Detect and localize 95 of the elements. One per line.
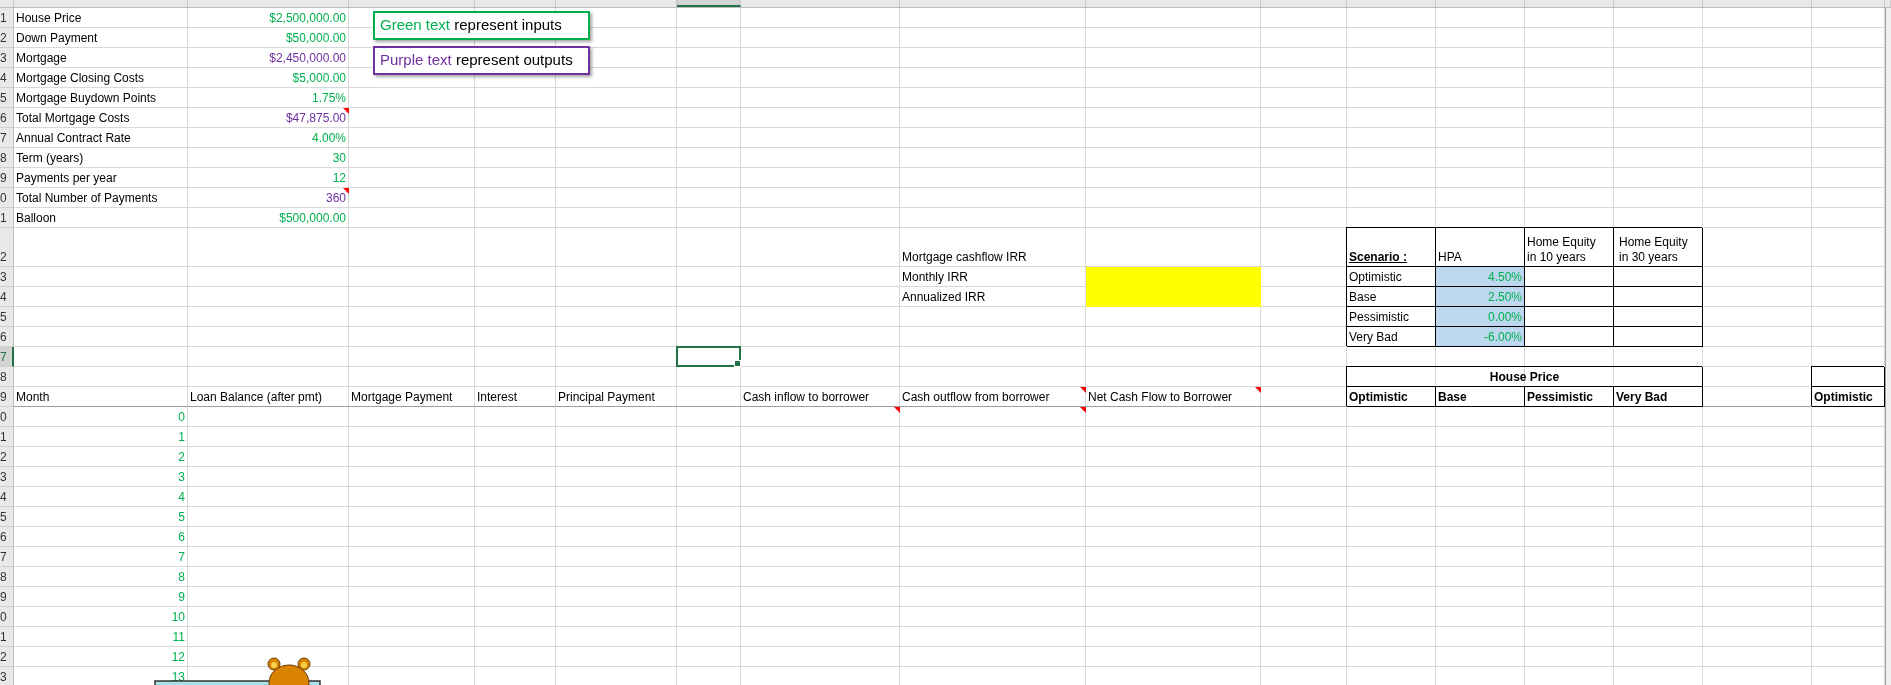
row-header[interactable]: 5: [0, 307, 14, 327]
value-cell: 0.00%: [1436, 307, 1525, 327]
row-header[interactable]: 6: [0, 327, 14, 347]
column-header: Home Equity in 10 years: [1525, 228, 1614, 267]
row-header[interactable]: 3: [0, 267, 14, 287]
value-cell-text: 10: [170, 609, 186, 626]
value-cell-text: $47,875.00: [284, 110, 347, 127]
row-header[interactable]: 0: [0, 607, 14, 627]
row-label: Annualized IRR: [901, 289, 987, 306]
row-label: Very Bad: [1347, 327, 1436, 347]
section-label: Mortgage cashflow IRR: [901, 249, 1028, 266]
column-header: Pessimistic: [1525, 387, 1614, 407]
row-label: Total Mortgage Costs: [15, 110, 131, 127]
column-header: Home Equity in 30 years: [1614, 228, 1703, 267]
value-cell-text: 6: [177, 529, 186, 546]
value-cell-text: $5,000.00: [291, 70, 347, 87]
value-cell: 2.50%: [1436, 287, 1525, 307]
column-header: Base: [1436, 387, 1525, 407]
column-header: Mortgage Payment: [350, 389, 454, 406]
value-cell-text: 11: [171, 629, 186, 646]
row-header[interactable]: 1: [0, 427, 14, 447]
column-header: Interest: [476, 389, 519, 406]
row-header[interactable]: 1: [0, 8, 14, 28]
value-cell-text: 1: [177, 429, 186, 446]
row-label: House Price: [15, 10, 83, 27]
value-cell-text: $500,000.00: [278, 210, 347, 227]
value-cell-text: 8: [177, 569, 186, 586]
row-label: Payments per year: [15, 170, 118, 187]
value-cell-text: $2,450,000.00: [268, 50, 347, 67]
row-label: Term (years): [15, 150, 85, 167]
value-cell-text: 12: [331, 170, 347, 187]
column-header: Optimistic: [1812, 387, 1885, 407]
value-cell-text: 12: [170, 649, 186, 666]
value-cell-text: 9: [177, 589, 186, 606]
row-header[interactable]: 7: [0, 547, 14, 567]
value-cell-text: 5: [177, 509, 186, 526]
column-header: Cash inflow to borrower: [742, 389, 871, 406]
row-header[interactable]: 5: [0, 88, 14, 108]
row-header[interactable]: 3: [0, 48, 14, 68]
column-header: Net Cash Flow to Borrower: [1087, 389, 1234, 406]
column-header: Principal Payment: [557, 389, 656, 406]
row-label: Mortgage Buydown Points: [15, 90, 158, 107]
row-header[interactable]: 5: [0, 507, 14, 527]
value-cell-text: 360: [324, 190, 347, 207]
table-title: House Price: [1347, 367, 1703, 387]
value-cell-text: 7: [177, 549, 186, 566]
row-header[interactable]: 2: [0, 28, 14, 48]
row-header[interactable]: 0: [0, 407, 14, 427]
value-cell-text: $2,500,000.00: [268, 10, 347, 27]
column-header: Cash outflow from borrower: [901, 389, 1051, 406]
row-header[interactable]: 8: [0, 148, 14, 168]
row-header[interactable]: 2: [0, 447, 14, 467]
column-header: Optimistic: [1347, 387, 1436, 407]
column-header: Scenario :: [1347, 228, 1436, 267]
legend-note: Purple text represent outputs: [373, 46, 590, 75]
row-label: Balloon: [15, 210, 58, 227]
value-cell-text: 0: [177, 409, 186, 426]
row-label: Mortgage: [15, 50, 68, 67]
row-header[interactable]: 7: [0, 128, 14, 148]
column-header: Loan Balance (after pmt): [189, 389, 324, 406]
row-header[interactable]: 3: [0, 667, 14, 685]
row-label: Mortgage Closing Costs: [15, 70, 146, 87]
row-label: Down Payment: [15, 30, 99, 47]
value-cell-text: 30: [331, 150, 347, 167]
value-cell-text: 2: [177, 449, 186, 466]
value-cell-text: 4.00%: [310, 130, 347, 147]
row-header[interactable]: 9: [0, 387, 14, 407]
row-header[interactable]: 0: [0, 188, 14, 208]
row-header[interactable]: 4: [0, 287, 14, 307]
row-header[interactable]: 1: [0, 627, 14, 647]
value-cell-text: $50,000.00: [284, 30, 347, 47]
row-header[interactable]: 9: [0, 587, 14, 607]
value-cell-text: 3: [177, 469, 186, 486]
row-label: Monthly IRR: [901, 269, 970, 286]
value-cell: 4.50%: [1436, 267, 1525, 287]
row-header[interactable]: 8: [0, 567, 14, 587]
row-header[interactable]: 8: [0, 367, 14, 387]
row-header[interactable]: 1: [0, 208, 14, 228]
legend-note: Green text represent inputs: [373, 11, 590, 40]
row-header[interactable]: 2: [0, 228, 14, 267]
row-label: Annual Contract Rate: [15, 130, 132, 147]
column-header: Very Bad: [1614, 387, 1703, 407]
row-header[interactable]: 2: [0, 647, 14, 667]
row-header[interactable]: 6: [0, 108, 14, 128]
row-label: Total Number of Payments: [15, 190, 159, 207]
row-header[interactable]: 4: [0, 68, 14, 88]
row-header[interactable]: 9: [0, 168, 14, 188]
row-header[interactable]: 4: [0, 487, 14, 507]
column-header: Month: [15, 389, 51, 406]
value-cell-text: 1.75%: [310, 90, 347, 107]
value-cell: -6.00%: [1436, 327, 1525, 347]
row-header[interactable]: 6: [0, 527, 14, 547]
row-header[interactable]: 7: [0, 347, 14, 367]
row-header[interactable]: 3: [0, 467, 14, 487]
value-cell-text: 4: [177, 489, 186, 506]
